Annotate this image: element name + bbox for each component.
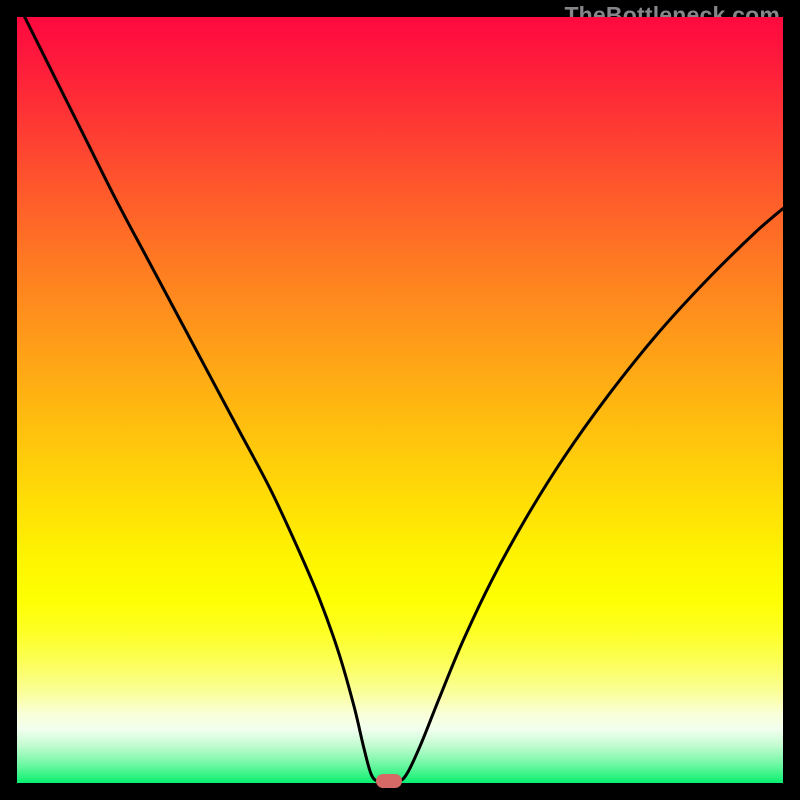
- chart-frame: TheBottleneck.com: [0, 0, 800, 800]
- plot-area: [17, 17, 783, 783]
- optimal-marker: [376, 774, 402, 788]
- bottleneck-curve: [17, 17, 783, 783]
